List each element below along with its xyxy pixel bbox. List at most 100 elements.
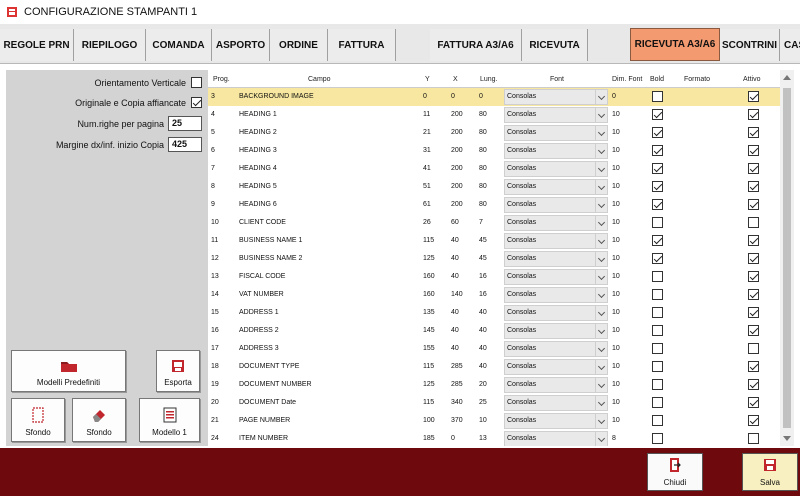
attivo-checkbox[interactable] xyxy=(748,415,759,426)
bold-checkbox[interactable] xyxy=(652,343,663,354)
table-row[interactable]: 17 ADDRESS 3 155 40 40 Consolas 10 xyxy=(208,340,780,358)
bold-checkbox[interactable] xyxy=(652,307,663,318)
attivo-checkbox[interactable] xyxy=(748,127,759,138)
attivo-checkbox[interactable] xyxy=(748,325,759,336)
table-row[interactable]: 11 BUSINESS NAME 1 115 40 45 Consolas 10 xyxy=(208,232,780,250)
bold-checkbox[interactable] xyxy=(652,325,663,336)
table-row[interactable]: 9 HEADING 6 61 200 80 Consolas 10 xyxy=(208,196,780,214)
table-row[interactable]: 12 BUSINESS NAME 2 125 40 45 Consolas 10 xyxy=(208,250,780,268)
chevron-down-icon[interactable] xyxy=(595,108,607,122)
sfondo-button-1[interactable]: Sfondo xyxy=(11,398,65,442)
chevron-down-icon[interactable] xyxy=(595,234,607,248)
chevron-down-icon[interactable] xyxy=(595,216,607,230)
bold-checkbox[interactable] xyxy=(652,127,663,138)
attivo-checkbox[interactable] xyxy=(748,145,759,156)
tab-ricevuta-a3-a6[interactable]: RICEVUTA A3/A6 xyxy=(630,28,720,61)
table-row[interactable]: 10 CLIENT CODE 26 60 7 Consolas 10 xyxy=(208,214,780,232)
font-select[interactable]: Consolas xyxy=(504,215,608,231)
font-select[interactable]: Consolas xyxy=(504,305,608,321)
tab-asporto[interactable]: ASPORTO xyxy=(212,29,270,61)
table-row[interactable]: 7 HEADING 4 41 200 80 Consolas 10 xyxy=(208,160,780,178)
chevron-down-icon[interactable] xyxy=(595,144,607,158)
chiudi-button[interactable]: Chiudi xyxy=(647,453,703,491)
attivo-checkbox[interactable] xyxy=(748,181,759,192)
chevron-down-icon[interactable] xyxy=(595,396,607,410)
modelli-predefiniti-button[interactable]: Modelli Predefiniti xyxy=(11,350,126,392)
bold-checkbox[interactable] xyxy=(652,109,663,120)
attivo-checkbox[interactable] xyxy=(748,199,759,210)
attivo-checkbox[interactable] xyxy=(748,307,759,318)
chevron-down-icon[interactable] xyxy=(595,126,607,140)
table-row[interactable]: 8 HEADING 5 51 200 80 Consolas 10 xyxy=(208,178,780,196)
bold-checkbox[interactable] xyxy=(652,271,663,282)
chevron-down-icon[interactable] xyxy=(595,162,607,176)
attivo-checkbox[interactable] xyxy=(748,217,759,228)
attivo-checkbox[interactable] xyxy=(748,379,759,390)
font-select[interactable]: Consolas xyxy=(504,143,608,159)
tab-fattura[interactable]: FATTURA xyxy=(328,29,396,61)
font-select[interactable]: Consolas xyxy=(504,125,608,141)
table-row[interactable]: 20 DOCUMENT Date 115 340 25 Consolas 10 xyxy=(208,394,780,412)
tab-regole-prn[interactable]: REGOLE PRN xyxy=(0,29,74,61)
bold-checkbox[interactable] xyxy=(652,433,663,444)
font-select[interactable]: Consolas xyxy=(504,341,608,357)
attivo-checkbox[interactable] xyxy=(748,271,759,282)
bold-checkbox[interactable] xyxy=(652,235,663,246)
tab-comanda[interactable]: COMANDA xyxy=(146,29,212,61)
bold-checkbox[interactable] xyxy=(652,91,663,102)
table-row[interactable]: 4 HEADING 1 11 200 80 Consolas 10 xyxy=(208,106,780,124)
font-select[interactable]: Consolas xyxy=(504,413,608,429)
table-row[interactable]: 5 HEADING 2 21 200 80 Consolas 10 xyxy=(208,124,780,142)
font-select[interactable]: Consolas xyxy=(504,269,608,285)
bold-checkbox[interactable] xyxy=(652,415,663,426)
bold-checkbox[interactable] xyxy=(652,361,663,372)
bold-checkbox[interactable] xyxy=(652,253,663,264)
margine-input[interactable]: 425 xyxy=(168,137,202,152)
chevron-down-icon[interactable] xyxy=(595,180,607,194)
scroll-up-icon[interactable] xyxy=(783,75,791,80)
font-select[interactable]: Consolas xyxy=(504,161,608,177)
font-select[interactable]: Consolas xyxy=(504,179,608,195)
font-select[interactable]: Consolas xyxy=(504,89,608,105)
salva-button[interactable]: Salva xyxy=(742,453,798,491)
attivo-checkbox[interactable] xyxy=(748,91,759,102)
scroll-thumb[interactable] xyxy=(783,88,791,428)
attivo-checkbox[interactable] xyxy=(748,343,759,354)
tab-riepilogo[interactable]: RIEPILOGO xyxy=(74,29,146,61)
font-select[interactable]: Consolas xyxy=(504,359,608,375)
chevron-down-icon[interactable] xyxy=(595,270,607,284)
bold-checkbox[interactable] xyxy=(652,217,663,228)
font-select[interactable]: Consolas xyxy=(504,251,608,267)
chevron-down-icon[interactable] xyxy=(595,306,607,320)
table-row[interactable]: 21 PAGE NUMBER 100 370 10 Consolas 10 xyxy=(208,412,780,430)
orientamento-checkbox[interactable] xyxy=(191,77,202,88)
chevron-down-icon[interactable] xyxy=(595,378,607,392)
font-select[interactable]: Consolas xyxy=(504,107,608,123)
bold-checkbox[interactable] xyxy=(652,145,663,156)
bold-checkbox[interactable] xyxy=(652,289,663,300)
bold-checkbox[interactable] xyxy=(652,181,663,192)
font-select[interactable]: Consolas xyxy=(504,395,608,411)
tab-ordine[interactable]: ORDINE xyxy=(270,29,328,61)
table-row[interactable]: 15 ADDRESS 1 135 40 40 Consolas 10 xyxy=(208,304,780,322)
affiancate-checkbox[interactable] xyxy=(191,97,202,108)
font-select[interactable]: Consolas xyxy=(504,377,608,393)
font-select[interactable]: Consolas xyxy=(504,197,608,213)
sfondo-button-2[interactable]: Sfondo xyxy=(72,398,126,442)
tab-fattura-a3-a6[interactable]: FATTURA A3/A6 xyxy=(430,29,522,61)
bold-checkbox[interactable] xyxy=(652,397,663,408)
attivo-checkbox[interactable] xyxy=(748,397,759,408)
chevron-down-icon[interactable] xyxy=(595,288,607,302)
font-select[interactable]: Consolas xyxy=(504,287,608,303)
attivo-checkbox[interactable] xyxy=(748,361,759,372)
scroll-down-icon[interactable] xyxy=(783,436,791,441)
chevron-down-icon[interactable] xyxy=(595,342,607,356)
table-row[interactable]: 6 HEADING 3 31 200 80 Consolas 10 xyxy=(208,142,780,160)
table-row[interactable]: 3 BACKGROUND IMAGE 0 0 0 Consolas 0 xyxy=(208,88,780,106)
attivo-checkbox[interactable] xyxy=(748,289,759,300)
table-row[interactable]: 16 ADDRESS 2 145 40 40 Consolas 10 xyxy=(208,322,780,340)
font-select[interactable]: Consolas xyxy=(504,431,608,446)
attivo-checkbox[interactable] xyxy=(748,433,759,444)
table-row[interactable]: 13 FISCAL CODE 160 40 16 Consolas 10 xyxy=(208,268,780,286)
bold-checkbox[interactable] xyxy=(652,199,663,210)
